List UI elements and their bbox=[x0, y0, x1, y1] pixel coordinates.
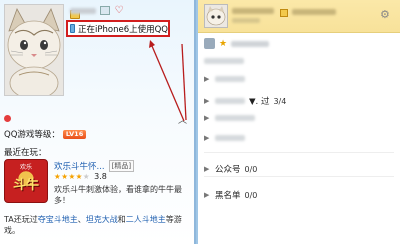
phone-icon bbox=[70, 24, 76, 33]
game-rating: ★★★★★ 3.8 bbox=[54, 172, 107, 181]
rating-value: 3.8 bbox=[94, 172, 107, 181]
expand-arrow-icon: ▶ bbox=[204, 191, 210, 199]
contact-group-4[interactable]: ▶ bbox=[204, 114, 255, 122]
cat-thumb-image bbox=[205, 5, 227, 27]
qq-game-level: QQ游戏等级： LV16 bbox=[4, 128, 87, 140]
game-title-row: 欢乐斗牛怀... [精品] bbox=[54, 160, 135, 172]
expand-arrow-icon: ▶ bbox=[204, 165, 210, 173]
group-count: 0/0 bbox=[244, 190, 258, 200]
group-name-redacted bbox=[215, 135, 245, 141]
expand-arrow-icon: ▶ bbox=[204, 97, 210, 105]
contact-name-redacted bbox=[232, 8, 274, 14]
contact-group-5[interactable]: ▶ bbox=[204, 134, 245, 142]
header-avatar[interactable] bbox=[204, 4, 228, 28]
game-link-2[interactable]: 坦克大战 bbox=[86, 215, 118, 224]
contact-group-2[interactable]: ▶ bbox=[204, 75, 245, 83]
sep-2: 和 bbox=[117, 215, 126, 224]
qq-level-label: QQ游戏等级： bbox=[4, 130, 60, 140]
game-title-link[interactable]: 欢乐斗牛怀... bbox=[54, 160, 105, 172]
gear-icon[interactable]: ⚙ bbox=[380, 9, 390, 20]
group-name-redacted bbox=[215, 98, 245, 104]
contact-group-3[interactable]: ▶ ▼. 过 3/4 bbox=[204, 95, 287, 108]
divider bbox=[204, 152, 394, 153]
group-label: ▼. 过 bbox=[249, 97, 270, 107]
also-played-prefix: TA还玩过 bbox=[4, 215, 38, 224]
game-icon-text: 斗牛 bbox=[12, 178, 39, 193]
group-blacklist[interactable]: ▶ 黑名单 0/0 bbox=[204, 189, 258, 202]
recent-playing-label: 最近在玩： bbox=[4, 148, 47, 158]
group-label: 公众号 bbox=[215, 165, 241, 175]
divider bbox=[204, 176, 394, 177]
game-icon[interactable]: 欢乐 斗牛 bbox=[4, 159, 48, 203]
device-status-text: 正在iPhone6上使用QQ bbox=[78, 24, 168, 35]
game-tag-badge: [精品] bbox=[108, 160, 135, 172]
level-badge[interactable]: LV16 bbox=[62, 129, 87, 139]
star-rating-icon: ★★★★★ bbox=[54, 172, 91, 181]
group-public-accounts[interactable]: ▶ 公众号 0/0 bbox=[204, 163, 258, 176]
phone-online-icon bbox=[280, 9, 288, 17]
nickname-redacted bbox=[70, 8, 96, 14]
game-description: 欢乐斗牛刺激体验，看谁拿的牛牛最多！ bbox=[54, 185, 182, 205]
also-played: TA还玩过夺宝斗地主、坦克大战和二人斗地主等游戏。 bbox=[4, 214, 192, 236]
group-name-redacted bbox=[215, 115, 255, 121]
device-status-highlight: 正在iPhone6上使用QQ bbox=[66, 20, 170, 37]
tool-label-redacted bbox=[231, 40, 270, 47]
expand-arrow-icon: ▶ bbox=[204, 75, 210, 83]
group-count: 3/4 bbox=[273, 96, 287, 106]
star-icon[interactable]: ★ bbox=[219, 39, 227, 49]
chevron-up-icon[interactable]: ︿ bbox=[178, 113, 187, 126]
game-link-3[interactable]: 二人斗地主 bbox=[126, 215, 166, 224]
group-label: 黑名单 bbox=[215, 191, 241, 201]
heart-icon[interactable]: ♡ bbox=[114, 6, 124, 16]
contact-header[interactable]: ⚙ bbox=[198, 0, 400, 33]
contact-status-redacted bbox=[292, 9, 336, 15]
contact-group-1[interactable] bbox=[204, 58, 244, 64]
expand-arrow-icon: ▶ bbox=[204, 114, 210, 122]
group-name-redacted bbox=[204, 58, 244, 64]
contacts-panel: ⚙ ★ ▶ ▶ ▼. 过 3/4 ▶ ▶ ▶ 公众号 0/0 ▶ 黑名单 0/0 bbox=[198, 0, 400, 244]
sep-1: 、 bbox=[77, 215, 86, 224]
game-link-1[interactable]: 夺宝斗地主 bbox=[38, 215, 78, 224]
contact-sign-redacted bbox=[232, 18, 260, 23]
quick-tools-row: ★ bbox=[204, 38, 270, 49]
photo-icon[interactable] bbox=[100, 6, 110, 15]
cat-image bbox=[5, 5, 63, 95]
game-icon-caption: 欢乐 bbox=[19, 164, 32, 171]
small-avatar-icon[interactable] bbox=[204, 38, 215, 49]
profile-card: ♡ 正在iPhone6上使用QQ ︿ QQ游戏等级： LV16 最近在玩： 欢乐… bbox=[0, 0, 196, 244]
group-count: 0/0 bbox=[244, 164, 258, 174]
group-name-redacted bbox=[215, 76, 245, 82]
status-dot-icon bbox=[4, 115, 11, 122]
profile-avatar[interactable] bbox=[4, 4, 64, 96]
expand-arrow-icon: ▶ bbox=[204, 134, 210, 142]
